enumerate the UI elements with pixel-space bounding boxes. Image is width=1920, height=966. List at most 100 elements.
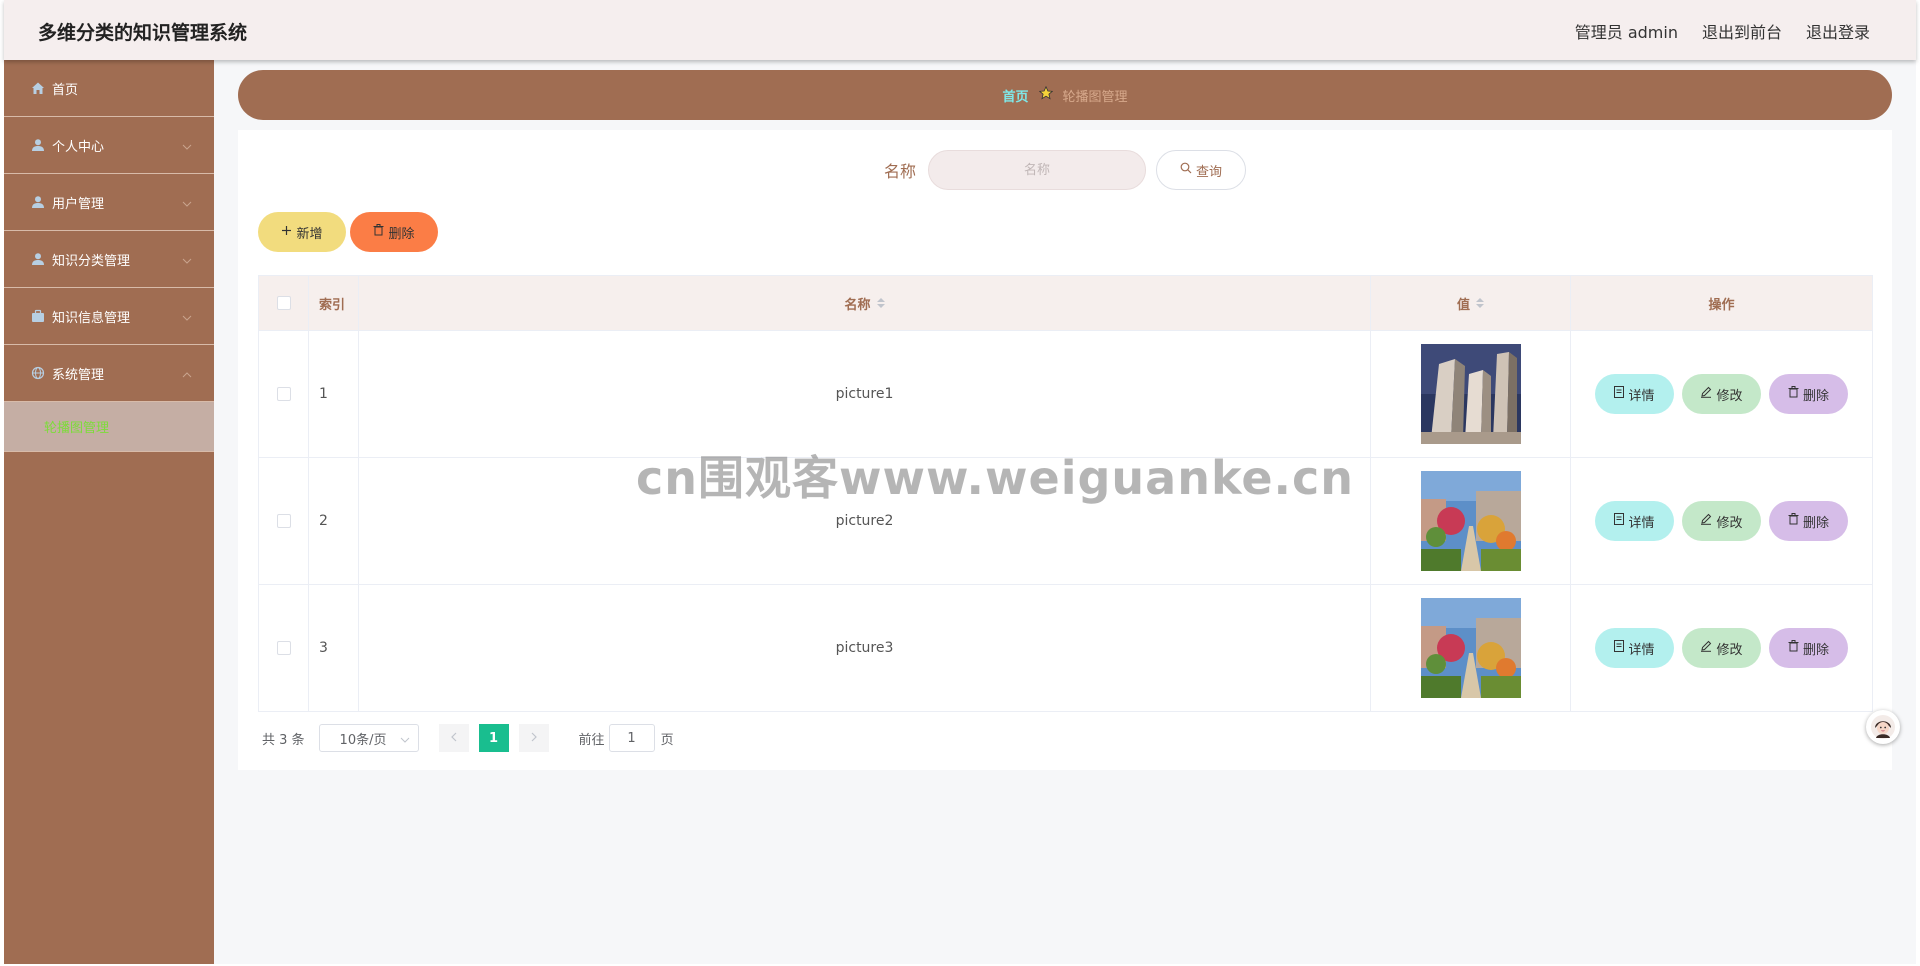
search-label: 名称	[883, 162, 916, 181]
search-button[interactable]: 查询	[1156, 150, 1246, 190]
top-header: 多维分类的知识管理系统 管理员 admin 退出到前台 退出登录	[4, 0, 1916, 60]
chevron-down-icon	[400, 732, 410, 747]
detail-label: 详情	[1628, 642, 1655, 658]
detail-button[interactable]: 详情	[1595, 374, 1674, 414]
row-delete-button[interactable]: 删除	[1769, 501, 1848, 541]
header-value[interactable]: 值	[1371, 276, 1571, 330]
prev-page-button[interactable]	[438, 724, 469, 752]
star-icon	[1038, 85, 1053, 104]
assistant-avatar[interactable]	[1866, 710, 1900, 744]
batch-delete-button[interactable]: 删除	[350, 212, 438, 252]
thumbnail-image[interactable]	[1420, 598, 1521, 698]
sort-icon[interactable]	[876, 298, 885, 308]
edit-button[interactable]: 修改	[1682, 628, 1761, 668]
user-icon	[28, 192, 48, 212]
sidebar-subitem-carousel[interactable]: 轮播图管理	[4, 402, 214, 452]
sidebar-item-label: 知识分类管理	[52, 253, 131, 269]
breadcrumb-home[interactable]: 首页	[1002, 86, 1028, 105]
chevron-up-icon	[182, 367, 192, 382]
globe-icon	[28, 363, 48, 383]
sidebar-item-info-management[interactable]: 知识信息管理	[4, 288, 214, 345]
header-ops: 操作	[1708, 297, 1735, 313]
trash-icon	[1788, 513, 1799, 529]
row-index: 3	[309, 585, 359, 711]
search-button-label: 查询	[1195, 164, 1222, 180]
detail-label: 详情	[1628, 515, 1655, 531]
page-suffix: 页	[660, 732, 674, 748]
chevron-left-icon	[450, 731, 457, 746]
header-name[interactable]: 名称	[359, 276, 1371, 330]
page-size-select[interactable]: 10条/页	[318, 724, 419, 752]
search-input[interactable]	[928, 150, 1146, 190]
row-checkbox[interactable]	[276, 387, 291, 401]
row-checkbox[interactable]	[276, 514, 291, 528]
current-user: 管理员 admin	[1574, 23, 1678, 42]
pencil-icon	[1700, 386, 1712, 402]
document-icon	[1614, 640, 1625, 656]
breadcrumb-current: 轮播图管理	[1062, 89, 1128, 105]
thumbnail-image[interactable]	[1420, 471, 1521, 571]
row-delete-button[interactable]: 删除	[1769, 628, 1848, 668]
sidebar-item-label: 用户管理	[52, 196, 105, 212]
select-all-checkbox[interactable]	[276, 296, 291, 310]
sidebar-item-label: 个人中心	[52, 139, 105, 155]
detail-button[interactable]: 详情	[1595, 501, 1674, 541]
avatar-icon	[1871, 715, 1895, 739]
row-checkbox[interactable]	[276, 641, 291, 655]
header-value-label: 值	[1456, 297, 1470, 313]
toolbar: 新增 删除	[258, 212, 438, 252]
row-name: picture3	[359, 585, 1371, 711]
total-count: 共 3 条	[262, 732, 305, 748]
sidebar-item-user-management[interactable]: 用户管理	[4, 174, 214, 231]
trash-icon	[373, 224, 384, 240]
detail-label: 详情	[1628, 388, 1655, 404]
sort-icon[interactable]	[1476, 298, 1484, 308]
page-number-button[interactable]: 1	[478, 724, 509, 752]
sidebar: 首页 个人中心 用户管理 知识分类管理 知识信息管理 系统管理 轮播图管理	[4, 60, 214, 964]
document-icon	[1614, 513, 1625, 529]
chevron-down-icon	[182, 253, 192, 268]
exit-to-front-link[interactable]: 退出到前台	[1702, 19, 1782, 43]
row-delete-label: 删除	[1802, 515, 1829, 531]
sidebar-item-home[interactable]: 首页	[4, 60, 214, 117]
main-content: 首页 轮播图管理 名称 查询 新增 删除	[214, 60, 1916, 964]
thumbnail-image[interactable]	[1420, 344, 1521, 444]
sidebar-item-personal-center[interactable]: 个人中心	[4, 117, 214, 174]
delete-button-label: 删除	[388, 226, 415, 242]
edit-button[interactable]: 修改	[1682, 374, 1761, 414]
plus-icon	[281, 225, 292, 240]
row-name: picture2	[359, 458, 1371, 584]
sidebar-item-label: 首页	[52, 82, 79, 98]
header-index: 索引	[309, 276, 359, 330]
row-delete-label: 删除	[1802, 642, 1829, 658]
row-delete-button[interactable]: 删除	[1769, 374, 1848, 414]
detail-button[interactable]: 详情	[1595, 628, 1674, 668]
data-table: 索引 名称 值 操作 1 picture1 详情 修改 删除 2 picture…	[258, 275, 1873, 712]
next-page-button[interactable]	[518, 724, 549, 752]
sidebar-item-category-management[interactable]: 知识分类管理	[4, 231, 214, 288]
row-index: 2	[309, 458, 359, 584]
search-icon	[1180, 162, 1192, 178]
sidebar-item-system-management[interactable]: 系统管理	[4, 345, 214, 402]
edit-label: 修改	[1716, 515, 1743, 531]
pencil-icon	[1700, 513, 1712, 529]
search-bar: 名称 查询	[238, 150, 1892, 190]
pencil-icon	[1700, 640, 1712, 656]
user-icon	[28, 135, 48, 155]
breadcrumb: 首页 轮播图管理	[238, 70, 1892, 120]
sidebar-item-label: 知识信息管理	[52, 310, 131, 326]
table-row: 2 picture2 详情 修改 删除	[259, 458, 1872, 585]
trash-icon	[1788, 386, 1799, 402]
table-row: 3 picture3 详情 修改 删除	[259, 585, 1872, 712]
trash-icon	[1788, 640, 1799, 656]
add-button[interactable]: 新增	[258, 212, 346, 252]
edit-button[interactable]: 修改	[1682, 501, 1761, 541]
document-icon	[1614, 386, 1625, 402]
goto-page-input[interactable]	[608, 724, 655, 752]
header-actions: 管理员 admin 退出到前台 退出登录	[1575, 19, 1870, 43]
header-name-label: 名称	[844, 297, 871, 313]
row-delete-label: 删除	[1802, 388, 1829, 404]
logout-link[interactable]: 退出登录	[1806, 19, 1870, 43]
chevron-down-icon	[182, 196, 192, 211]
row-index: 1	[309, 331, 359, 457]
